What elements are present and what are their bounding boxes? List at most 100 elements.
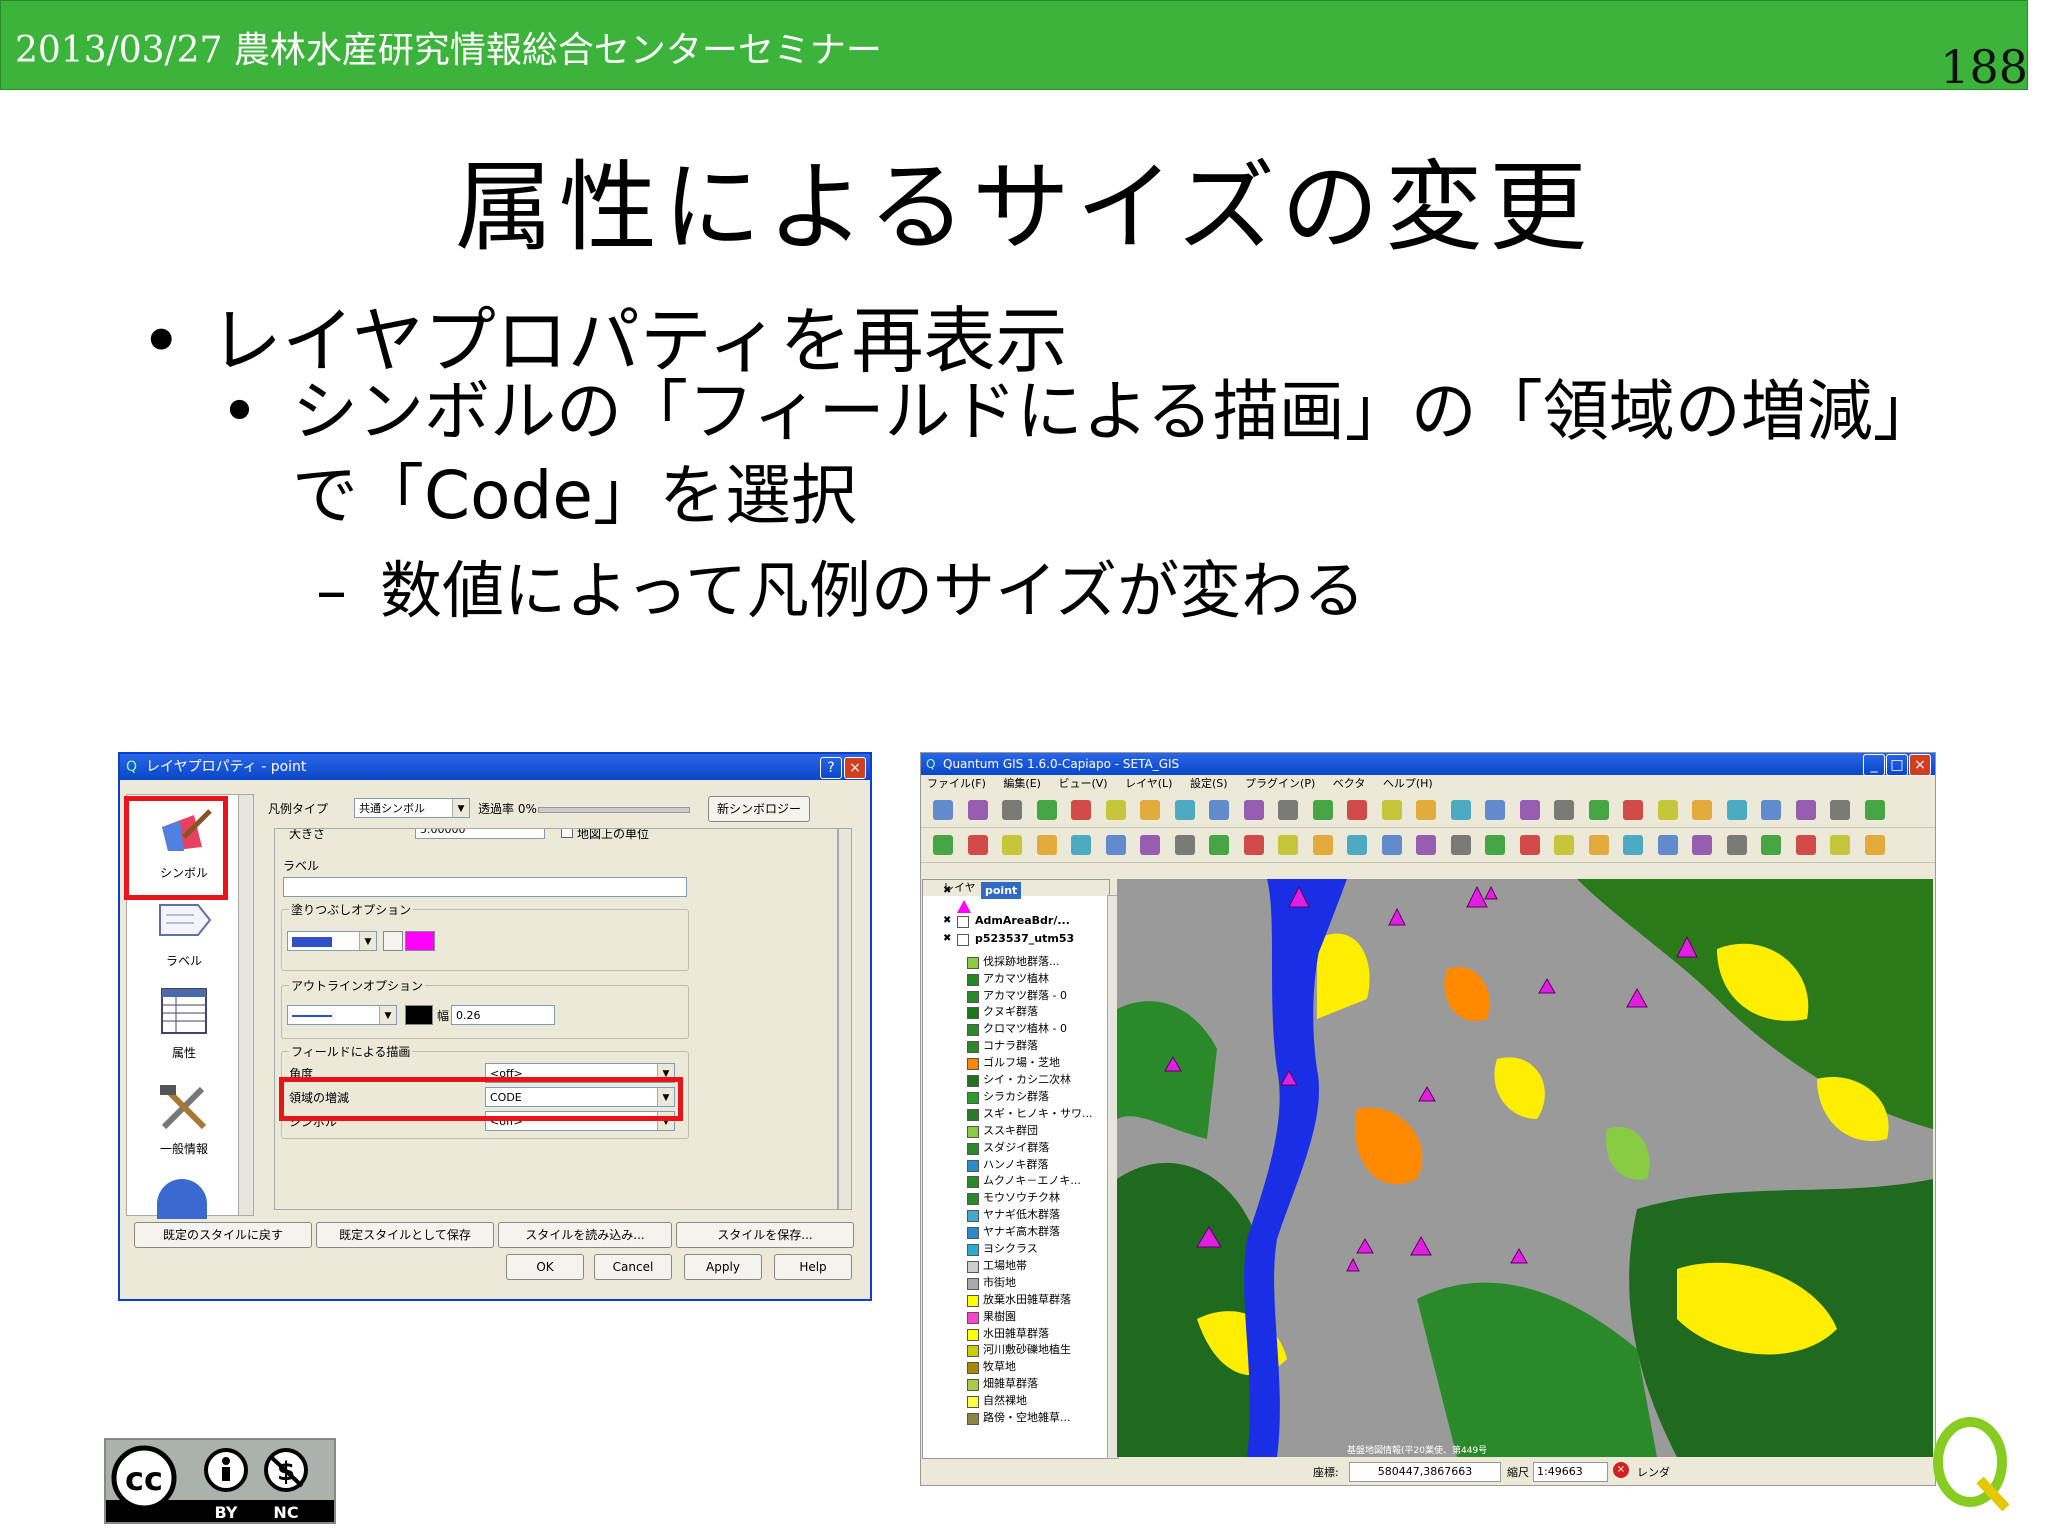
layer-item[interactable]: ムクノキ－エノキ... (923, 1172, 1103, 1189)
layer-item[interactable]: ゴルフ場・芝地 (923, 1054, 1103, 1071)
layer-item[interactable]: 伐採跡地群落... (923, 953, 1103, 970)
toolbar-tool-icon[interactable] (1830, 835, 1850, 855)
toolbar-tool-icon[interactable] (1554, 800, 1574, 820)
toolbar-tool-icon[interactable] (1036, 800, 1057, 820)
layer-item[interactable]: 河川敷砂礫地植生 (923, 1341, 1103, 1358)
toolbar-tool-icon[interactable] (1243, 800, 1264, 820)
layer-item[interactable]: クヌギ群落 (923, 1003, 1103, 1020)
render-checkbox[interactable]: レンダ (1637, 1464, 1670, 1480)
sidebar-item-general[interactable]: 一般情報 (127, 1083, 241, 1157)
toolbar-tool-icon[interactable] (1071, 800, 1091, 820)
menu-edit[interactable]: 編集(E) (1003, 777, 1041, 790)
layer-item[interactable]: ヨシクラス (923, 1240, 1103, 1257)
layer-visibility-checkbox[interactable]: ✖ (943, 930, 951, 947)
toolbar-tool-icon[interactable] (1623, 800, 1643, 820)
toolbar-tool-icon[interactable] (1174, 800, 1195, 820)
layer-item[interactable]: アカマツ群落 - 0 (923, 987, 1103, 1004)
toolbar-tool-icon[interactable] (1002, 800, 1022, 820)
outline-color-button[interactable] (405, 1005, 433, 1025)
apply-button[interactable]: Apply (684, 1254, 762, 1280)
toolbar-tool-icon[interactable] (933, 835, 953, 855)
toolbar-tool-icon[interactable] (1485, 835, 1505, 855)
layer-item[interactable]: シイ・カシ二次林 (923, 1071, 1103, 1088)
layer-visibility-checkbox[interactable]: ✖ (943, 882, 951, 899)
map-units-checkbox[interactable]: 地図上の単位 (561, 829, 649, 842)
toolbar-tool-icon[interactable] (1830, 800, 1850, 820)
toolbar-tool-icon[interactable] (1588, 800, 1609, 820)
toolbar-tool-icon[interactable] (1692, 800, 1712, 820)
outline-style-select[interactable]: ▼ (287, 1005, 397, 1025)
layer-item[interactable]: 路傍・空地雑草... (923, 1409, 1103, 1426)
toolbar-tool-icon[interactable] (1864, 800, 1885, 820)
toolbar-tool-icon[interactable] (1209, 800, 1229, 820)
new-symbology-button[interactable]: 新シンボロジー (708, 796, 810, 822)
panel-scrollbar[interactable] (838, 828, 852, 1210)
maximize-icon[interactable]: □ (1886, 754, 1908, 776)
sidebar-item-attributes[interactable]: 属性 (127, 987, 241, 1061)
toolbar-tool-icon[interactable] (1278, 835, 1298, 855)
layer-item[interactable]: 放棄水田雑草群落 (923, 1291, 1103, 1308)
menu-view[interactable]: ビュー(V) (1058, 777, 1107, 790)
layer-item[interactable]: ハンノキ群落 (923, 1156, 1103, 1173)
toolbar-tool-icon[interactable] (1381, 800, 1402, 820)
toolbar-tool-icon[interactable] (1795, 835, 1816, 855)
toolbar-tool-icon[interactable] (1312, 835, 1333, 855)
fill-pattern-button[interactable] (383, 931, 403, 951)
toolbar-tool-icon[interactable] (967, 835, 988, 855)
layer-item[interactable]: ススキ群団 (923, 1122, 1103, 1139)
toolbar-tool-icon[interactable] (1588, 835, 1609, 855)
toolbar-tool-icon[interactable] (1726, 800, 1747, 820)
stop-render-icon[interactable]: × (1613, 1462, 1629, 1478)
minimize-icon[interactable]: _ (1863, 754, 1885, 776)
toolbar-tool-icon[interactable] (1761, 835, 1781, 855)
layer-item[interactable]: ヤナギ低木群落 (923, 1206, 1103, 1223)
toolbar-tool-icon[interactable] (1036, 835, 1057, 855)
layer-item[interactable]: ✖ AdmAreaBdr/... (923, 912, 1103, 929)
layer-item[interactable]: 果樹園 (923, 1308, 1103, 1325)
toolbar-tool-icon[interactable] (1347, 835, 1367, 855)
toolbar-tool-icon[interactable] (1347, 800, 1367, 820)
toolbar-tool-icon[interactable] (1623, 835, 1643, 855)
sidebar-scrollbar[interactable] (238, 794, 254, 1216)
layer-item[interactable]: コナラ群落 (923, 1037, 1103, 1054)
layer-item[interactable]: 畑雑草群落 (923, 1375, 1103, 1392)
layer-item[interactable]: 市街地 (923, 1274, 1103, 1291)
toolbar-tool-icon[interactable] (1519, 800, 1540, 820)
layer-visibility-checkbox[interactable]: ✖ (943, 912, 951, 929)
toolbar-tool-icon[interactable] (1726, 835, 1747, 855)
menu-plugins[interactable]: プラグイン(P) (1245, 777, 1315, 790)
toolbar-tool-icon[interactable] (1071, 835, 1091, 855)
size-spinbox[interactable]: 5.00000 (415, 829, 545, 839)
toolbar-tool-icon[interactable] (1485, 800, 1505, 820)
width-spinbox[interactable]: 0.26 (451, 1005, 555, 1025)
toolbar-tool-icon[interactable] (1416, 800, 1436, 820)
menu-vector[interactable]: ベクタ (1333, 777, 1366, 790)
toolbar-tool-icon[interactable] (1105, 835, 1126, 855)
toolbar-tool-icon[interactable] (1795, 800, 1816, 820)
help-button[interactable]: Help (774, 1254, 852, 1280)
toolbar-tool-icon[interactable] (1864, 835, 1885, 855)
layer-item[interactable]: 工場地帯 (923, 1257, 1103, 1274)
toolbar-tool-icon[interactable] (1657, 800, 1678, 820)
toolbar-tool-icon[interactable] (1416, 835, 1436, 855)
close-icon[interactable]: × (844, 757, 866, 779)
layer-item[interactable]: ✖ point (923, 882, 1103, 913)
toolbar-tool-icon[interactable] (1140, 835, 1160, 855)
toolbar-tool-icon[interactable] (967, 800, 988, 820)
coord-readout[interactable]: 580447,3867663 (1349, 1462, 1501, 1482)
toolbar-tool-icon[interactable] (1450, 800, 1471, 820)
layer-item[interactable]: アカマツ植林 (923, 970, 1103, 987)
toolbar-tool-icon[interactable] (1554, 835, 1574, 855)
layer-item[interactable]: ヤナギ高木群落 (923, 1223, 1103, 1240)
layer-item[interactable]: モウソウチク林 (923, 1189, 1103, 1206)
transparency-slider[interactable] (538, 807, 690, 813)
save-default-style-button[interactable]: 既定スタイルとして保存 (316, 1222, 494, 1248)
toolbar-tool-icon[interactable] (1140, 800, 1160, 820)
restore-default-style-button[interactable]: 既定のスタイルに戻す (134, 1222, 312, 1248)
toolbar-tool-icon[interactable] (1519, 835, 1540, 855)
fill-style-select[interactable]: ▼ (287, 931, 377, 951)
map-canvas[interactable]: 基盤地図情報(平20業使、第449号 (1117, 879, 1933, 1457)
toolbar-tool-icon[interactable] (1209, 835, 1229, 855)
toolbar-tool-icon[interactable] (1243, 835, 1264, 855)
toolbar-tool-icon[interactable] (1692, 835, 1712, 855)
